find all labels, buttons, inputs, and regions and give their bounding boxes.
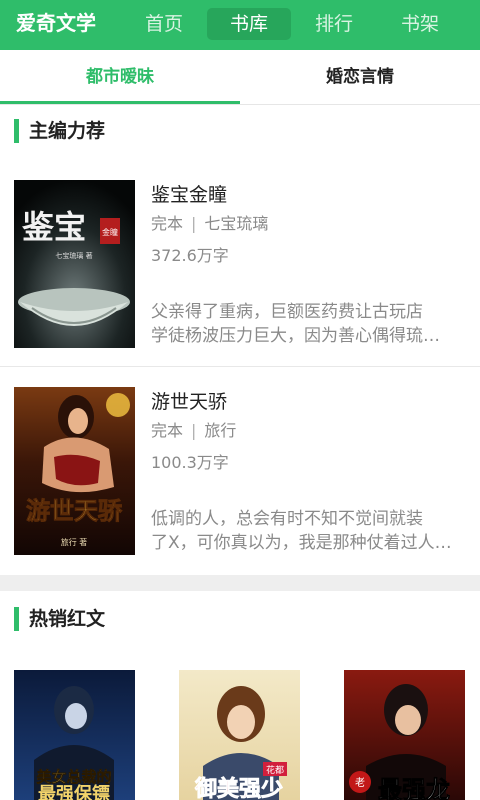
cover-badge: 金瞳 <box>102 227 118 237</box>
book-title[interactable]: 鉴宝金瞳 <box>151 182 227 208</box>
nav-bookshelf[interactable]: 书架 <box>378 8 462 40</box>
section-marker <box>14 119 19 143</box>
tab-urban-romance[interactable]: 都市暧昧 <box>0 50 240 104</box>
list-divider <box>0 366 480 367</box>
book-author: 七宝琉璃 <box>204 214 269 233</box>
book-description: 父亲得了重病，巨额医药费让古玩店 学徒杨波压力巨大，因为善心偶得琉… <box>151 300 466 348</box>
book-cover-image: 花都 御美强少 <box>179 670 300 800</box>
cover-badge: 花都 <box>266 764 284 776</box>
cover-title: 鉴宝 <box>21 208 86 246</box>
active-tab-indicator <box>0 101 240 104</box>
book-description-line: 学徒杨波压力巨大，因为善心偶得琉… <box>151 326 440 346</box>
nav-library[interactable]: 书库 <box>207 8 291 40</box>
cover-title: 御美强少 <box>194 776 283 800</box>
book-meta: 完本 | 七宝琉璃 <box>151 212 268 236</box>
book-cover-image: 游世天骄 旅行 著 <box>14 387 135 555</box>
book-description-line: 低调的人，总会有时不知不觉间就装 <box>151 509 423 529</box>
cover-author: 旅行 著 <box>61 537 88 547</box>
book-cover-image: 老 最强龙 <box>344 670 465 800</box>
book-description: 低调的人，总会有时不知不觉间就装 了X，可你真以为，我是那种仗着过人… <box>151 507 466 555</box>
cover-badge: 老 <box>355 776 365 789</box>
meta-separator: | <box>191 421 197 440</box>
book-author: 旅行 <box>204 421 237 440</box>
book-item[interactable]: 游世天骄 旅行 著 游世天骄 完本 | 旅行 100.3万字 低调的人，总会有时不知… <box>0 387 480 577</box>
section-hot-header: 热销红文 <box>0 593 480 649</box>
section-recommend-header: 主编力荐 <box>0 105 480 161</box>
cover-title: 最强龙 <box>378 775 450 800</box>
nav-home[interactable]: 首页 <box>122 8 206 40</box>
book-item[interactable]: 鉴宝 金瞳 七宝琉璃 著 鉴宝金瞳 完本 | 七宝琉璃 372.6万字 父亲得了重病… <box>0 180 480 370</box>
nav-ranking[interactable]: 排行 <box>292 8 376 40</box>
book-meta: 完本 | 旅行 <box>151 419 236 443</box>
cover-title-2: 最强保镖 <box>38 783 110 800</box>
tab-marriage-romance[interactable]: 婚恋言情 <box>240 50 480 104</box>
book-title[interactable]: 游世天骄 <box>151 389 227 415</box>
hot-book-cover[interactable]: 花都 御美强少 <box>179 670 300 800</box>
meta-separator: | <box>191 214 197 233</box>
section-gap <box>0 575 480 591</box>
cover-title: 游世天骄 <box>26 496 123 525</box>
book-cover[interactable]: 鉴宝 金瞳 七宝琉璃 著 <box>14 180 135 348</box>
book-status: 完本 <box>151 214 184 233</box>
book-cover-image: 美女总裁的 最强保镖 <box>14 670 135 800</box>
hot-book-cover[interactable]: 美女总裁的 最强保镖 <box>14 670 135 800</box>
book-description-line: 父亲得了重病，巨额医药费让古玩店 <box>151 302 423 322</box>
section-marker <box>14 607 19 631</box>
app-logo: 爱奇文学 <box>16 11 96 35</box>
book-word-count: 372.6万字 <box>151 246 229 265</box>
book-cover[interactable]: 游世天骄 旅行 著 <box>14 387 135 555</box>
section-title: 热销红文 <box>29 608 106 630</box>
cover-author: 七宝琉璃 著 <box>55 251 92 260</box>
category-tabs: 都市暧昧 婚恋言情 <box>0 50 480 105</box>
book-description-line: 了X，可你真以为，我是那种仗着过人… <box>151 533 452 553</box>
book-cover-image: 鉴宝 金瞳 七宝琉璃 著 <box>14 180 135 348</box>
section-title: 主编力荐 <box>29 120 106 142</box>
hot-book-cover[interactable]: 老 最强龙 <box>344 670 465 800</box>
book-status: 完本 <box>151 421 184 440</box>
top-nav-bar: 爱奇文学 首页 书库 排行 书架 <box>0 0 480 50</box>
book-word-count: 100.3万字 <box>151 453 229 472</box>
